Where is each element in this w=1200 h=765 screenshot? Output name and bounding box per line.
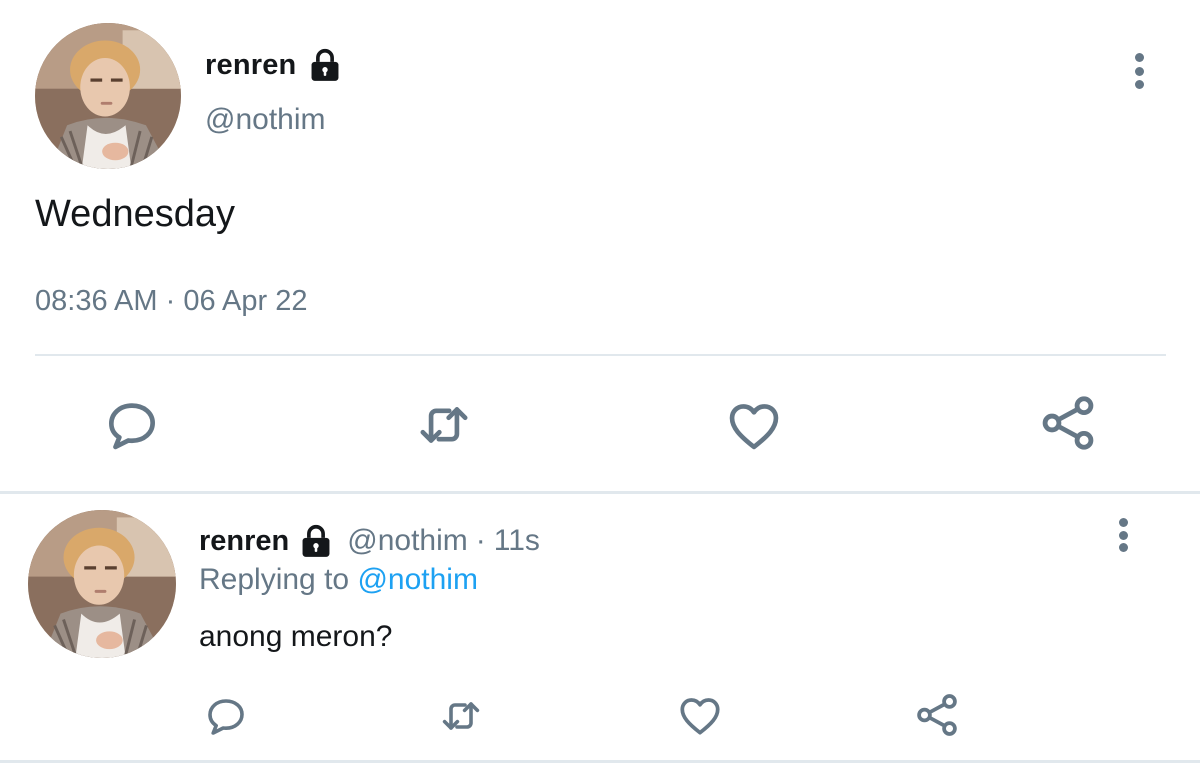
dot	[1118, 530, 1128, 540]
replying-to: Replying to @nothim	[199, 563, 478, 597]
meta-separator: ·	[165, 285, 176, 317]
more-options-icon[interactable]	[1116, 518, 1130, 552]
reply-handle[interactable]: @nothim	[347, 524, 468, 558]
author-display-name[interactable]: renren	[205, 49, 296, 82]
reply-icon	[202, 692, 250, 740]
share-button[interactable]	[912, 689, 962, 741]
reply-button[interactable]	[202, 692, 250, 740]
like-button[interactable]	[675, 690, 725, 740]
reply-display-name[interactable]: renren	[199, 525, 289, 558]
tweet-text: Wednesday	[35, 193, 235, 235]
divider	[35, 354, 1166, 356]
tweet-timestamp[interactable]: 08:36 AM · 06 Apr 22	[35, 285, 307, 318]
reply-author-avatar[interactable]	[28, 510, 176, 658]
share-icon	[1036, 390, 1100, 456]
reply-header: renren @nothim · 11s	[199, 520, 540, 562]
avatar-image	[28, 510, 176, 658]
like-icon	[722, 394, 786, 456]
retweet-icon	[412, 394, 476, 456]
lock-icon	[306, 46, 344, 84]
dot	[1134, 80, 1144, 89]
author-avatar[interactable]	[35, 23, 181, 169]
reply-text: anong meron?	[199, 620, 393, 653]
author-handle[interactable]: @nothim	[205, 103, 326, 137]
dot	[1118, 543, 1128, 552]
dot	[1118, 518, 1128, 527]
dot	[1134, 66, 1144, 76]
lock-icon	[297, 522, 335, 560]
more-options-icon[interactable]	[1131, 53, 1147, 89]
like-button[interactable]	[722, 394, 786, 456]
dot	[1134, 53, 1144, 62]
retweet-icon	[436, 692, 486, 740]
reply-icon	[101, 394, 163, 456]
tweet-time: 08:36 AM	[35, 285, 158, 317]
reply-button[interactable]	[101, 394, 163, 456]
replying-to-prefix: Replying to	[199, 563, 350, 596]
meta-separator: ·	[475, 524, 486, 557]
bottom-divider	[0, 760, 1200, 763]
share-button[interactable]	[1036, 390, 1100, 456]
thread-divider	[0, 491, 1200, 494]
reply-time[interactable]: 11s	[494, 524, 540, 558]
share-icon	[912, 689, 962, 741]
author-name-row: renren	[205, 43, 344, 87]
tweet-date: 06 Apr 22	[183, 285, 308, 317]
retweet-button[interactable]	[412, 394, 476, 456]
retweet-button[interactable]	[436, 692, 486, 740]
replying-to-handle-link[interactable]: @nothim	[357, 563, 478, 596]
like-icon	[675, 690, 725, 740]
avatar-image	[35, 23, 181, 169]
